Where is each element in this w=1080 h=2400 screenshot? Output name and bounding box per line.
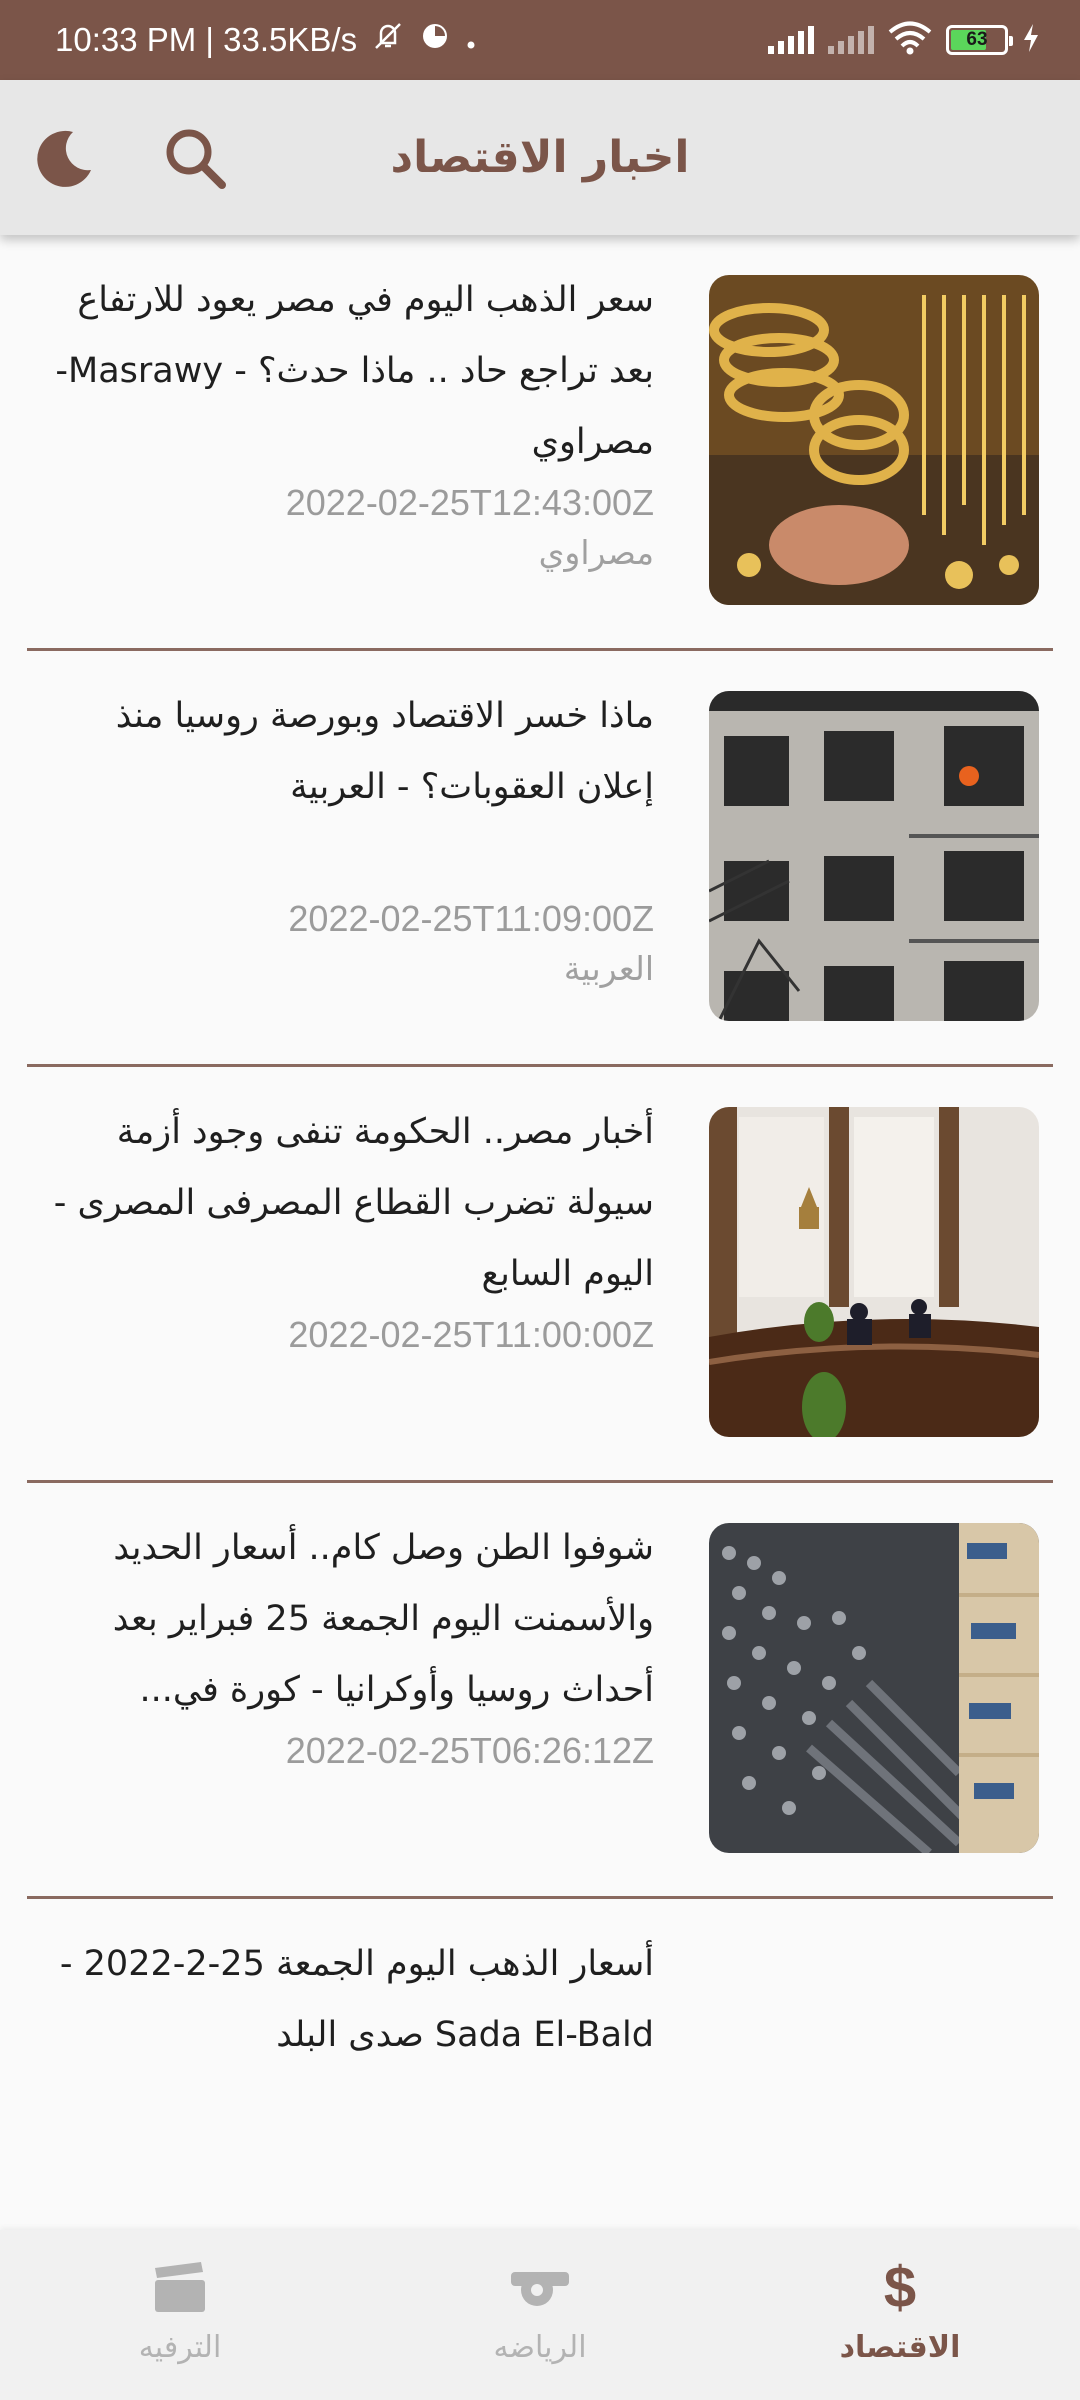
bottom-navigation: الترفيه الرياضه $ الاقتصاد <box>0 2230 1080 2400</box>
article-text: سعر الذهب اليوم في مصر يعود للارتفاع بعد… <box>30 265 654 645</box>
article-title: ماذا خسر الاقتصاد وبورصة روسيا منذ إعلان… <box>115 696 654 807</box>
search-button[interactable] <box>155 120 235 200</box>
article-item[interactable]: شوفوا الطن وصل كام.. أسعار الحديد والأسم… <box>0 1483 1080 1899</box>
article-item[interactable]: سعر الذهب اليوم في مصر يعود للارتفاع بعد… <box>0 235 1080 651</box>
article-date: 2022-02-25T11:09:00Z <box>288 898 654 939</box>
signal-strength-icon <box>768 26 814 54</box>
whistle-icon <box>509 2258 571 2318</box>
mute-icon <box>371 19 405 61</box>
search-icon <box>162 125 228 195</box>
article-date: 2022-02-25T12:43:00Z <box>285 482 654 523</box>
article-text: ماذا خسر الاقتصاد وبورصة روسيا منذ إعلان… <box>30 681 654 1061</box>
wifi-icon <box>888 21 932 59</box>
article-item[interactable]: أسعار الذهب اليوم الجمعة 25-2-2022 - Sad… <box>0 1899 1080 2230</box>
data-saver-icon <box>419 20 451 60</box>
battery-level: 63 <box>966 29 988 50</box>
moon-icon <box>33 126 97 194</box>
clapperboard-icon <box>151 2258 209 2318</box>
article-date: 2022-02-25T06:26:12Z <box>285 1730 654 1771</box>
status-right: 63 <box>768 21 1040 59</box>
status-bar: 10:33 PM | 33.5KB/s 63 <box>0 0 1080 80</box>
status-left: 10:33 PM | 33.5KB/s <box>55 19 477 61</box>
signal-strength-sim2-icon <box>828 26 874 54</box>
page-title: اخبار الاقتصاد <box>390 132 690 183</box>
article-source <box>30 1360 654 1410</box>
article-text: أخبار مصر.. الحكومة تنفى وجود أزمة سيولة… <box>30 1097 654 1477</box>
article-thumbnail <box>709 275 1039 605</box>
article-item[interactable]: ماذا خسر الاقتصاد وبورصة روسيا منذ إعلان… <box>0 651 1080 1067</box>
app-bar: اخبار الاقتصاد <box>0 80 1080 235</box>
nav-label-economy: الاقتصاد <box>839 2330 961 2365</box>
article-date: 2022-02-25T11:00:00Z <box>288 1314 654 1355</box>
article-text: شوفوا الطن وصل كام.. أسعار الحديد والأسم… <box>30 1513 654 1893</box>
status-time-speed: 10:33 PM | 33.5KB/s <box>55 21 358 58</box>
nav-label-entertainment: الترفيه <box>138 2330 222 2365</box>
notification-dot-icon <box>465 21 477 59</box>
article-source <box>30 1776 654 1826</box>
article-thumbnail <box>709 1523 1039 1853</box>
article-title: شوفوا الطن وصل كام.. أسعار الحديد والأسم… <box>112 1528 654 1710</box>
article-title: أخبار مصر.. الحكومة تنفى وجود أزمة سيولة… <box>53 1112 654 1294</box>
dollar-icon: $ <box>883 2255 917 2320</box>
article-title: سعر الذهب اليوم في مصر يعود للارتفاع بعد… <box>55 280 654 462</box>
dark-mode-toggle-button[interactable] <box>25 120 105 200</box>
article-title: أسعار الذهب اليوم الجمعة 25-2-2022 - Sad… <box>59 1944 654 2055</box>
article-text: أسعار الذهب اليوم الجمعة 25-2-2022 - Sad… <box>30 1929 654 2230</box>
nav-item-economy[interactable]: $ الاقتصاد <box>720 2230 1080 2400</box>
article-list[interactable]: سعر الذهب اليوم في مصر يعود للارتفاع بعد… <box>0 235 1080 2230</box>
charging-icon <box>1022 23 1040 57</box>
battery-icon: 63 <box>946 25 1013 55</box>
article-thumbnail <box>709 691 1039 1021</box>
article-source: مصراوي <box>538 533 654 572</box>
nav-item-entertainment[interactable]: الترفيه <box>0 2230 360 2400</box>
article-item[interactable]: أخبار مصر.. الحكومة تنفى وجود أزمة سيولة… <box>0 1067 1080 1483</box>
nav-item-sports[interactable]: الرياضه <box>360 2230 720 2400</box>
article-source: العربية <box>563 949 654 988</box>
nav-label-sports: الرياضه <box>493 2330 587 2365</box>
article-thumbnail <box>709 1107 1039 1437</box>
